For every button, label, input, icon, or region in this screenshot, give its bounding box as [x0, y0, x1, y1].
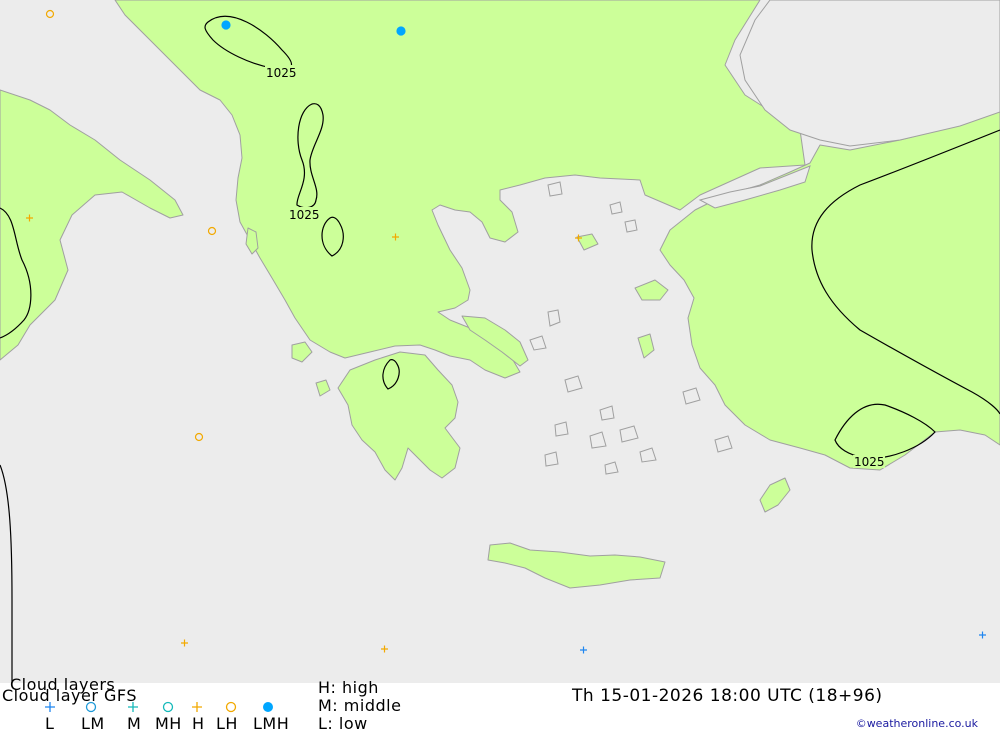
lh-circle-icon [225, 701, 237, 713]
legend-symbol-label: H [192, 714, 205, 733]
isobar-label: 1025 [289, 208, 320, 222]
legend-title-secondary: Cloud layer GFS [2, 686, 137, 705]
legend-key-high: H: high [318, 678, 379, 697]
isobar-label: 1025 [266, 66, 297, 80]
legend-key-middle: M: middle [318, 696, 402, 715]
h-plus-icon [192, 702, 202, 712]
credit-link[interactable]: ©weatheronline.co.uk [856, 717, 978, 730]
legend-symbol-label: L [45, 714, 55, 733]
isobar-label: 1025 [854, 455, 885, 469]
legend-symbol-label: LMH [253, 714, 290, 733]
legend-symbol-label: MH [155, 714, 182, 733]
legend-symbol-label: M [127, 714, 142, 733]
legend-bar: Cloud layers Cloud layer GFS L LM M MH H… [0, 677, 1000, 733]
mh-circle-icon [162, 701, 174, 713]
weather-map: 1025 1025 1025 [0, 0, 1000, 683]
legend-symbol-label: LM [81, 714, 105, 733]
l-plus-icon [45, 702, 55, 712]
lm-circle-icon [85, 701, 97, 713]
m-plus-icon [128, 702, 138, 712]
legend-key-low: L: low [318, 714, 368, 733]
legend-symbol-label: LH [216, 714, 238, 733]
lmh-filled-circle-icon [221, 20, 231, 30]
lmh-filled-circle-icon [396, 26, 406, 36]
forecast-datetime: Th 15-01-2026 18:00 UTC (18+96) [572, 686, 883, 706]
lmh-filled-circle-icon [263, 702, 273, 712]
